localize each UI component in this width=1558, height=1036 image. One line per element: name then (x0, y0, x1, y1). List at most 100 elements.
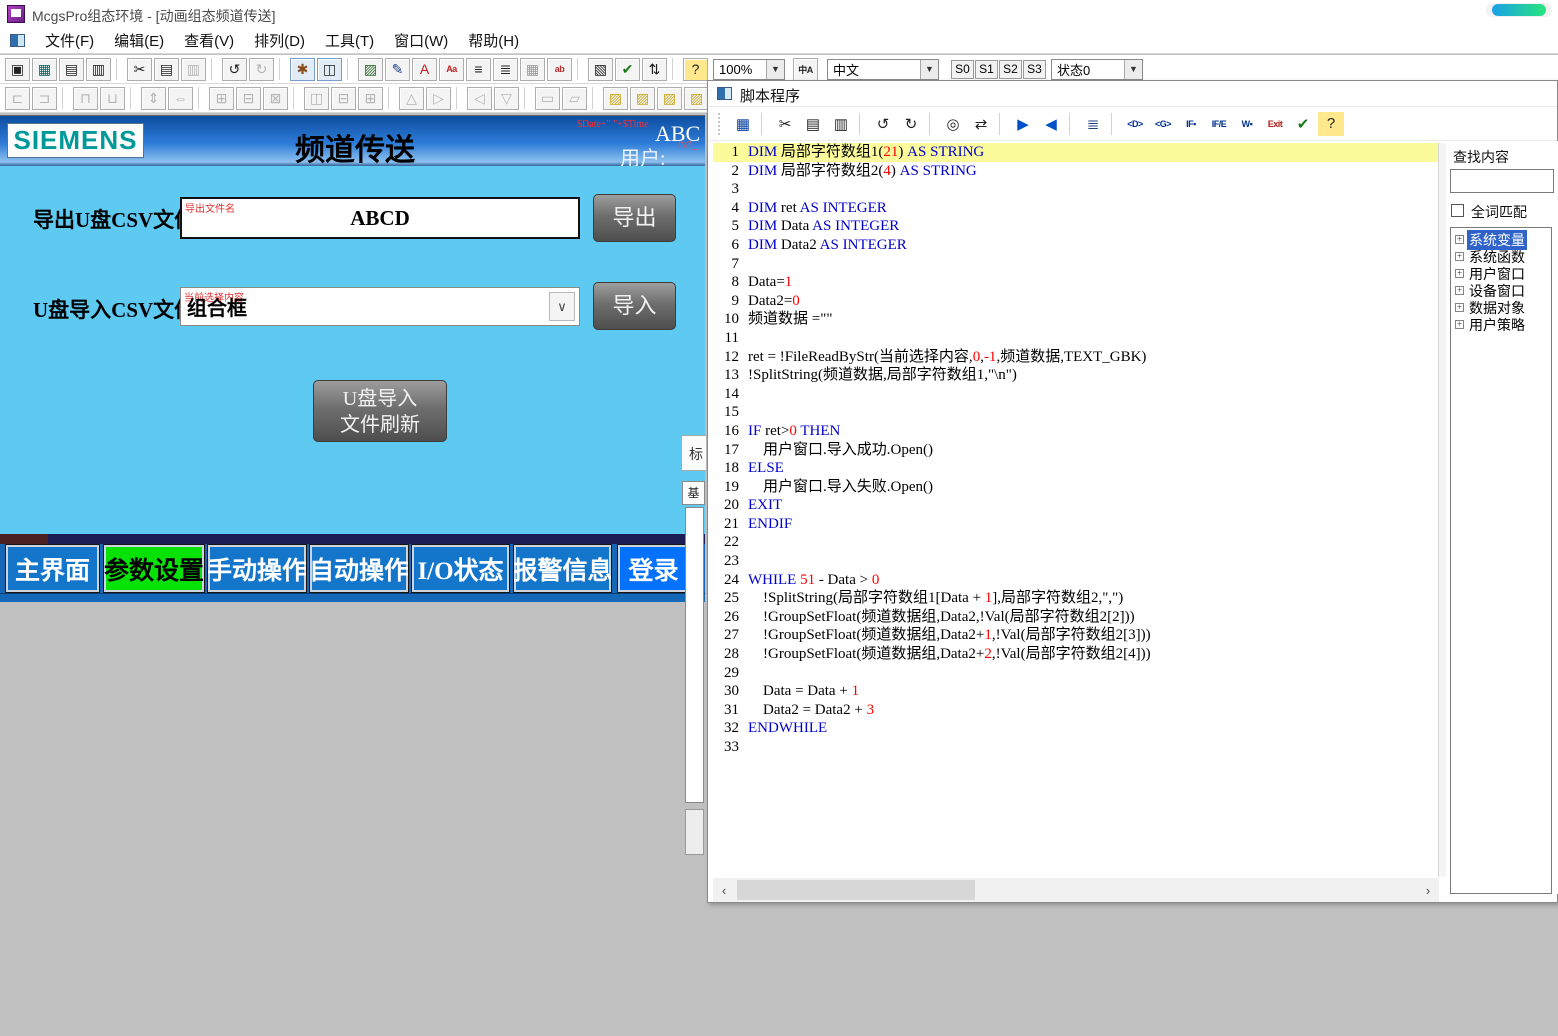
cut-icon[interactable]: ✂ (127, 58, 152, 81)
state-button-s3[interactable]: S3 (1023, 60, 1046, 79)
combo-dropdown-icon[interactable]: ∨ (549, 292, 575, 321)
menu-工具[interactable]: 工具(T) (315, 30, 384, 53)
state-button-s2[interactable]: S2 (999, 60, 1022, 79)
replace-icon[interactable]: ⇄ (968, 112, 994, 136)
code-line-29[interactable]: 29 (713, 664, 1438, 683)
nav-button-io[interactable]: I/O状态 (411, 544, 510, 593)
exit-block-icon[interactable]: Exit (1262, 112, 1288, 136)
code-line-7[interactable]: 7 (713, 255, 1438, 274)
code-line-31[interactable]: 31 Data2 = Data2 + 3 (713, 701, 1438, 720)
nav-button-alarm[interactable]: 报警信息 (513, 544, 612, 593)
window-toolbar-icon[interactable]: ◫ (317, 58, 342, 81)
code-line-10[interactable]: 10频道数据 ="" (713, 310, 1438, 329)
code-line-3[interactable]: 3 (713, 180, 1438, 199)
import-file-combo[interactable]: 当前选择内容 组合框 ∨ (180, 287, 580, 326)
code-line-22[interactable]: 22 (713, 533, 1438, 552)
code-line-32[interactable]: 32ENDWHILE (713, 719, 1438, 738)
copy-icon[interactable]: ▤ (154, 58, 179, 81)
tree-expand-icon[interactable]: + (1455, 269, 1464, 278)
menu-查看[interactable]: 查看(V) (174, 30, 244, 53)
undo-icon[interactable]: ↺ (870, 112, 896, 136)
syntax-check-icon[interactable]: ✔ (615, 58, 640, 81)
export-filename-input[interactable]: 导出文件名 ABCD (180, 197, 580, 239)
paste-icon[interactable]: ▥ (828, 112, 854, 136)
help-icon[interactable]: ? (1318, 112, 1344, 136)
scroll-right-icon[interactable]: › (1417, 878, 1439, 902)
grid-icon[interactable]: ▦ (520, 58, 545, 81)
new-form-icon[interactable]: ▣ (5, 58, 30, 81)
code-line-17[interactable]: 17 用户窗口.导入成功.Open() (713, 441, 1438, 460)
hidden-panel-tab[interactable]: 基 (682, 481, 705, 505)
search-input[interactable] (1450, 169, 1554, 193)
comment-icon[interactable]: ≣ (1080, 112, 1106, 136)
code-line-11[interactable]: 11 (713, 329, 1438, 348)
menu-帮助[interactable]: 帮助(H) (458, 30, 529, 53)
import-script-icon[interactable]: ◀ (1038, 112, 1064, 136)
copy-icon[interactable]: ▤ (800, 112, 826, 136)
cut-icon[interactable]: ✂ (772, 112, 798, 136)
print-icon[interactable]: ▤ (59, 58, 84, 81)
tree-expand-icon[interactable]: + (1455, 320, 1464, 329)
language-combo[interactable]: 中文 ▼ (827, 59, 939, 80)
state-button-s0[interactable]: S0 (951, 60, 974, 79)
save-icon[interactable]: ▦ (32, 58, 57, 81)
nav-button-main[interactable]: 主界面 (5, 544, 100, 593)
nav-button-auto[interactable]: 自动操作 (309, 544, 409, 593)
zoom-combo[interactable]: 100% ▼ (713, 59, 785, 80)
h-lines-icon[interactable]: ≡ (466, 58, 491, 81)
send-to-back-icon[interactable]: ▨ (630, 87, 655, 110)
code-line-2[interactable]: 2DIM 局部字符数组2(4) AS STRING (713, 162, 1438, 181)
sort-icon[interactable]: ⇅ (642, 58, 667, 81)
code-line-18[interactable]: 18ELSE (713, 459, 1438, 478)
export-script-icon[interactable]: ▶ (1010, 112, 1036, 136)
match-whole-word-checkbox[interactable] (1451, 204, 1464, 217)
tree-item-用户策略[interactable]: +用户策略 (1451, 316, 1551, 333)
code-line-6[interactable]: 6DIM Data2 AS INTEGER (713, 236, 1438, 255)
code-line-20[interactable]: 20EXIT (713, 496, 1438, 515)
code-line-26[interactable]: 26 !GroupSetFloat(频道数据组,Data2,!Val(局部字符数… (713, 608, 1438, 627)
code-line-23[interactable]: 23 (713, 552, 1438, 571)
redo-icon[interactable]: ↻ (898, 112, 924, 136)
undo-icon[interactable]: ↺ (222, 58, 247, 81)
while-block-icon[interactable]: W▪ (1234, 112, 1260, 136)
code-line-19[interactable]: 19 用户窗口.导入失败.Open() (713, 478, 1438, 497)
tree-item-设备窗口[interactable]: +设备窗口 (1451, 282, 1551, 299)
language-dropdown-icon[interactable]: ▼ (920, 60, 938, 79)
code-line-28[interactable]: 28 !GroupSetFloat(频道数据组,Data2+2,!Val(局部字… (713, 645, 1438, 664)
tree-item-系统函数[interactable]: +系统函数 (1451, 248, 1551, 265)
import-button[interactable]: 导入 (593, 282, 676, 330)
nav-button-manual[interactable]: 手动操作 (207, 544, 307, 593)
tree-expand-icon[interactable]: + (1455, 303, 1464, 312)
code-line-21[interactable]: 21ENDIF (713, 515, 1438, 534)
tree-item-数据对象[interactable]: +数据对象 (1451, 299, 1551, 316)
code-line-16[interactable]: 16IF ret>0 THEN (713, 422, 1438, 441)
state-dropdown-icon[interactable]: ▼ (1124, 60, 1142, 79)
code-line-15[interactable]: 15 (713, 403, 1438, 422)
code-line-30[interactable]: 30 Data = Data + 1 (713, 682, 1438, 701)
v-lines-icon[interactable]: ≣ (493, 58, 518, 81)
state-combo[interactable]: 状态0 ▼ (1051, 59, 1143, 80)
print-preview-icon[interactable]: ▥ (86, 58, 111, 81)
code-line-12[interactable]: 12ret = !FileReadByStr(当前选择内容,0,-1,频道数据,… (713, 348, 1438, 367)
tree-expand-icon[interactable]: + (1455, 235, 1464, 244)
scrollbar-thumb[interactable] (737, 880, 975, 900)
code-horizontal-scrollbar[interactable]: ‹ › (713, 878, 1439, 902)
if-else-block-icon[interactable]: IF/E (1206, 112, 1232, 136)
nav-button-params[interactable]: 参数设置 (103, 544, 205, 593)
menu-窗口[interactable]: 窗口(W) (384, 30, 458, 53)
find-icon[interactable]: ◎ (940, 112, 966, 136)
syntax-check-icon[interactable]: ✔ (1290, 112, 1316, 136)
code-line-33[interactable]: 33 (713, 738, 1438, 757)
code-line-25[interactable]: 25 !SplitString(局部字符数组1[Data + 1],局部字符数组… (713, 589, 1438, 608)
code-line-5[interactable]: 5DIM Data AS INTEGER (713, 217, 1438, 236)
code-line-13[interactable]: 13!SplitString(频道数据,局部字符数组1,"\n") (713, 366, 1438, 385)
draw-toolbar-icon[interactable]: ✎ (385, 58, 410, 81)
menu-编辑[interactable]: 编辑(E) (104, 30, 174, 53)
send-backward-icon[interactable]: ▨ (684, 87, 709, 110)
insert-function-icon[interactable]: <G> (1150, 112, 1176, 136)
script-code-editor[interactable]: 1DIM 局部字符数组1(21) AS STRING2DIM 局部字符数组2(4… (713, 143, 1438, 877)
tree-item-用户窗口[interactable]: +用户窗口 (1451, 265, 1551, 282)
export-button[interactable]: 导出 (593, 194, 676, 242)
properties-icon[interactable]: ▧ (588, 58, 613, 81)
bring-to-front-icon[interactable]: ▨ (603, 87, 628, 110)
